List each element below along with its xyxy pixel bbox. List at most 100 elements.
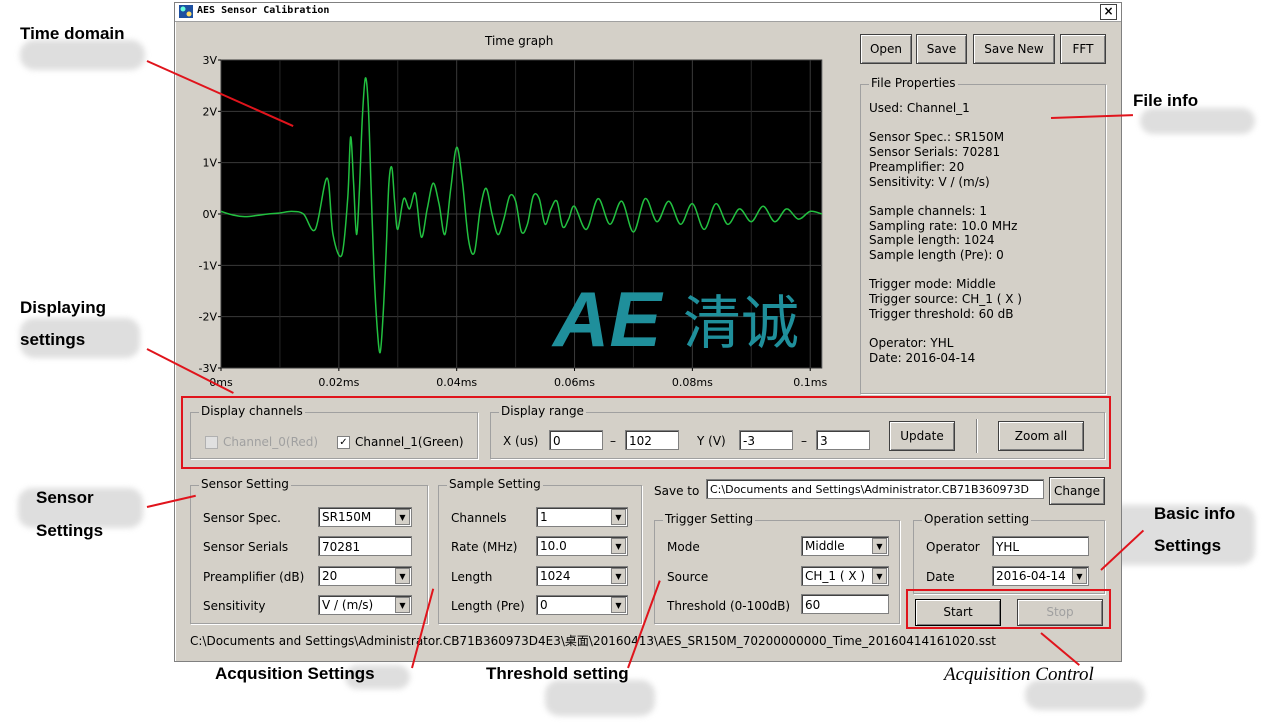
app-window: AES Sensor Calibration × Time graph 3V 2V… [174, 2, 1122, 662]
file-property-line: Sampling rate: 10.0 MHz [869, 218, 1018, 233]
sensor-serials-label: Sensor Serials [203, 540, 289, 554]
graph-title: Time graph [485, 34, 554, 48]
channels-select[interactable]: 1 ▼ [536, 507, 628, 527]
file-property-line: Used: Channel_1 [869, 101, 970, 115]
annotation-basic-info: Basic info [1154, 504, 1236, 523]
chevron-down-icon[interactable]: ▼ [395, 509, 410, 525]
chevron-down-icon[interactable]: ▼ [611, 597, 626, 613]
title-bar[interactable]: AES Sensor Calibration × [175, 3, 1121, 22]
length-pre-value: 0 [540, 598, 548, 612]
annotation-file-info: File info [1133, 91, 1199, 110]
file-property-line: Sample length (Pre): 0 [869, 248, 1004, 262]
chevron-down-icon[interactable]: ▼ [611, 538, 626, 554]
save-button[interactable]: Save [916, 34, 967, 64]
x-tick-label: 0.04ms [436, 376, 477, 389]
file-property-line: Date: 2016-04-14 [869, 350, 976, 365]
chevron-down-icon[interactable]: ▼ [395, 597, 410, 613]
y-tick-label: 2V [202, 105, 217, 118]
sensitivity-value: V / (m/s) [322, 598, 374, 612]
file-property-line: Trigger threshold: 60 dB [869, 306, 1014, 321]
length-value: 1024 [540, 569, 571, 583]
logo-cn-text: 清诚 [683, 289, 799, 357]
sensor-spec-select[interactable]: SR150M ▼ [318, 507, 412, 527]
trigger-setting-group: Trigger Setting Mode Middle ▼ Source CH_… [654, 512, 900, 624]
file-properties-legend: File Properties [869, 76, 958, 90]
file-properties-group: File Properties Used: Channel_1 Sensor Sp… [860, 76, 1106, 394]
date-value: 2016-04-14 [996, 569, 1066, 583]
highlight-display-settings [181, 396, 1111, 469]
length-label: Length [451, 570, 493, 584]
chevron-down-icon[interactable]: ▼ [872, 538, 887, 554]
annotation-time-domain: Time domain [20, 24, 125, 43]
sensitivity-select[interactable]: V / (m/s) ▼ [318, 595, 412, 615]
save-new-button[interactable]: Save New [973, 34, 1055, 64]
change-button[interactable]: Change [1049, 477, 1105, 505]
channels-label: Channels [451, 511, 507, 525]
rate-label: Rate (MHz) [451, 540, 518, 554]
chevron-down-icon[interactable]: ▼ [611, 568, 626, 584]
chevron-down-icon[interactable]: ▼ [395, 568, 410, 584]
logo-ae-text: AE [551, 275, 663, 363]
annotation-basic-settings: Settings [1154, 536, 1222, 555]
sensor-serials-input[interactable]: 70281 [318, 536, 412, 556]
y-tick-label: -2V [199, 311, 218, 324]
chevron-down-icon[interactable]: ▼ [1072, 568, 1087, 584]
highlight-acquisition-control [906, 589, 1111, 629]
annotation-acquisition-control: Acquisition Control [944, 664, 1094, 685]
annotation-sensor: Sensor [36, 488, 94, 507]
window-title: AES Sensor Calibration [197, 5, 330, 16]
rate-value: 10.0 [540, 539, 567, 553]
annotation-threshold-setting: Threshold setting [486, 664, 629, 683]
sample-setting-group: Sample Setting Channels 1 ▼ Rate (MHz) 1… [438, 477, 642, 624]
file-property-line: Sensor Serials: 70281 [869, 145, 1001, 160]
length-select[interactable]: 1024 ▼ [536, 566, 628, 586]
x-tick-label: 0.06ms [554, 376, 595, 389]
y-tick-label: -3V [199, 362, 218, 375]
trigger-mode-label: Mode [667, 540, 700, 554]
x-tick-label: 0.08ms [672, 376, 713, 389]
file-property-line: Sample length: 1024 [869, 233, 995, 248]
length-pre-label: Length (Pre) [451, 599, 525, 613]
threshold-label: Threshold (0-100dB) [667, 599, 791, 613]
file-property-line: Operator: YHL [869, 336, 954, 351]
annotation-sensor-settings: Settings [36, 521, 104, 540]
preamplifier-select[interactable]: 20 ▼ [318, 566, 412, 586]
file-property-line: Trigger mode: Middle [869, 277, 996, 292]
date-picker[interactable]: 2016-04-14 ▼ [992, 566, 1089, 586]
close-icon[interactable]: × [1100, 4, 1117, 20]
trigger-mode-value: Middle [805, 539, 845, 553]
trigger-setting-legend: Trigger Setting [663, 512, 756, 526]
sensor-spec-label: Sensor Spec. [203, 511, 281, 525]
length-pre-select[interactable]: 0 ▼ [536, 595, 628, 615]
operator-input[interactable]: YHL [992, 536, 1089, 556]
trigger-mode-select[interactable]: Middle ▼ [801, 536, 889, 556]
file-property-line: Trigger source: CH_1 ( X ) [869, 292, 1022, 307]
chevron-down-icon[interactable]: ▼ [611, 509, 626, 525]
file-property-line: Preamplifier: 20 [869, 159, 965, 174]
trigger-source-value: CH_1 ( X ) [805, 569, 866, 583]
save-to-path-input[interactable]: C:\Documents and Settings\Administrator.… [706, 479, 1044, 499]
save-to-label: Save to [654, 484, 700, 498]
trigger-source-select[interactable]: CH_1 ( X ) ▼ [801, 566, 889, 586]
sample-setting-legend: Sample Setting [447, 477, 543, 491]
fft-button[interactable]: FFT [1060, 34, 1106, 64]
x-tick-label: 0.1ms [793, 376, 827, 389]
preamplifier-label: Preamplifier (dB) [203, 570, 305, 584]
channels-value: 1 [540, 510, 548, 524]
chevron-down-icon[interactable]: ▼ [872, 568, 887, 584]
app-icon [179, 5, 193, 18]
status-file-path: C:\Documents and Settings\Administrator.… [190, 634, 996, 648]
file-property-line: Sensor Spec.: SR150M [869, 130, 1005, 145]
date-label: Date [926, 570, 955, 584]
y-tick-label: 1V [202, 157, 217, 170]
file-properties-list: Used: Channel_1 Sensor Spec.: SR150M Senso… [869, 101, 1099, 386]
annotation-acquisition-settings: Acqusition Settings [215, 664, 375, 683]
threshold-input[interactable]: 60 [801, 594, 889, 614]
y-tick-label: 3V [202, 54, 217, 67]
sensor-spec-value: SR150M [322, 510, 372, 524]
rate-select[interactable]: 10.0 ▼ [536, 536, 628, 556]
operation-setting-group: Operation setting Operator YHL Date 2016… [913, 512, 1105, 594]
y-tick-label: 0V [202, 208, 217, 221]
open-button[interactable]: Open [860, 34, 912, 64]
annotation-displaying-settings: settings [20, 330, 86, 349]
